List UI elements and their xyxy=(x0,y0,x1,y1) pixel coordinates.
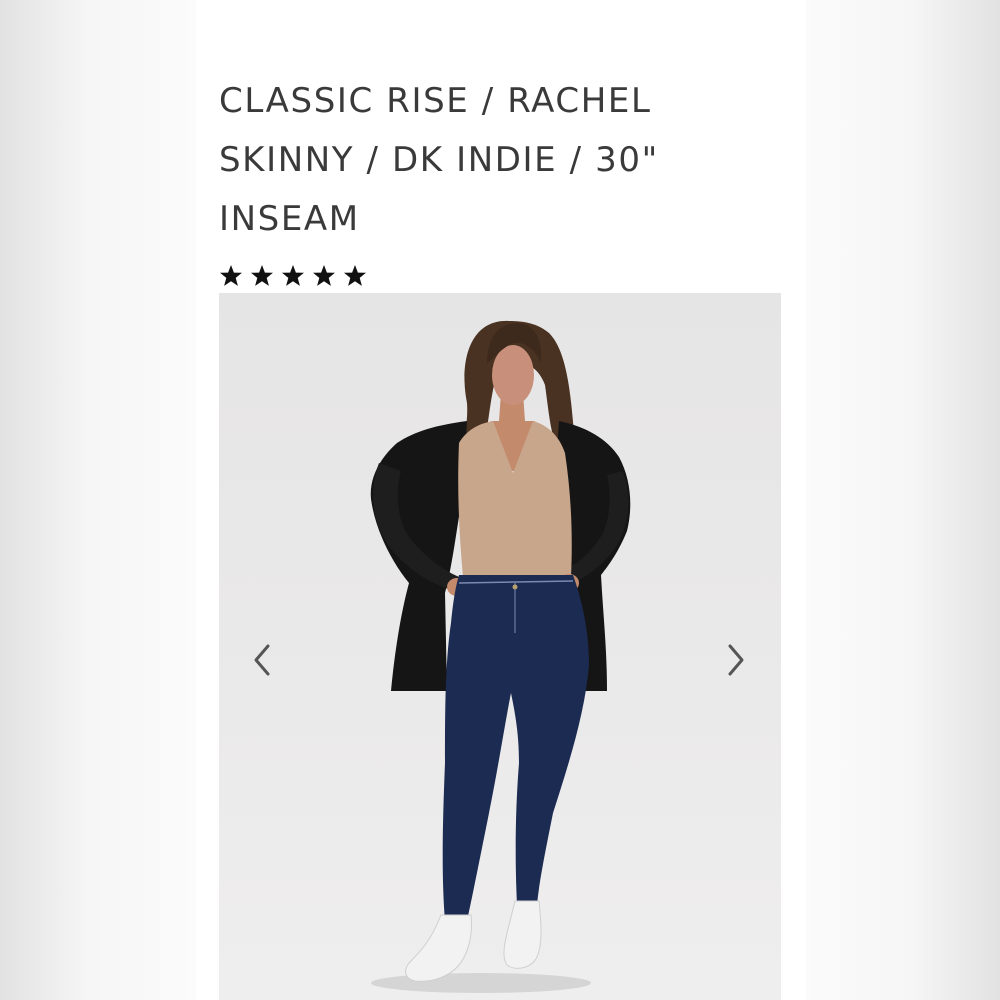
gallery-prev-button[interactable] xyxy=(247,640,277,680)
rating-stars[interactable] xyxy=(219,264,367,288)
star-icon xyxy=(220,265,242,286)
chevron-left-icon xyxy=(254,644,270,676)
star-icon xyxy=(251,265,273,286)
star-icon xyxy=(313,265,335,286)
star-icon xyxy=(282,265,304,286)
star-icon xyxy=(344,265,366,286)
product-card: CLASSIC RISE / RACHEL SKINNY / DK INDIE … xyxy=(196,0,806,1000)
chevron-right-icon xyxy=(728,644,744,676)
product-photo xyxy=(370,320,631,993)
product-image-gallery[interactable] xyxy=(219,293,781,1000)
product-title: CLASSIC RISE / RACHEL SKINNY / DK INDIE … xyxy=(219,81,659,239)
gallery-next-button[interactable] xyxy=(721,640,751,680)
